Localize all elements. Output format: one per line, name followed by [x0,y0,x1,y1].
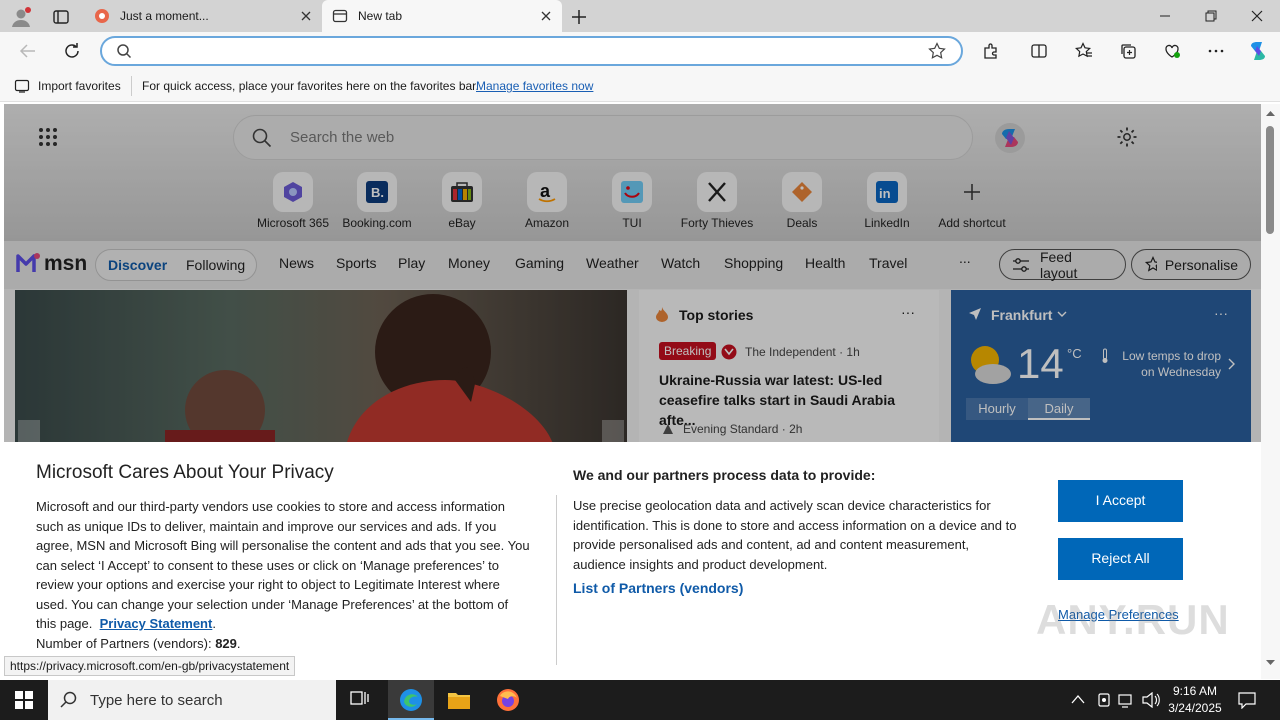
partners-count: 829 [215,635,237,651]
scroll-down-icon[interactable] [1266,660,1275,666]
manage-favorites-link[interactable]: Manage favorites now [476,79,593,93]
windows-taskbar: Type here to search 9:16 AM 3/24/2025 [0,680,1280,720]
privacy-line: such as unique IDs to deliver, maintain … [36,518,497,534]
favorites-bar: Import favorites For quick access, place… [0,70,1280,102]
minimize-button[interactable] [1142,0,1188,32]
partners-label: Number of Partners (vendors): [36,635,212,651]
page-scrollbar[interactable] [1261,104,1280,679]
data-purposes-title: We and our partners process data to prov… [573,467,876,483]
address-toolbar [0,32,1280,70]
taskbar-edge-button[interactable] [388,680,434,720]
volume-icon[interactable] [1142,692,1160,708]
split-screen-button[interactable] [1023,35,1055,67]
divider [131,76,132,96]
settings-menu-button[interactable] [1200,35,1232,67]
taskbar-search-placeholder: Type here to search [90,691,223,709]
privacy-statement-link[interactable]: Privacy Statement [100,616,213,631]
privacy-line-last: this page. Privacy Statement. [36,616,216,631]
profile-icon[interactable] [10,6,32,28]
newtab-favicon-icon [332,8,348,24]
modal-overlay [4,104,1261,444]
privacy-line: review your options and exercise your ri… [36,577,500,592]
tab-actions-icon[interactable] [50,6,72,28]
clock-time: 9:16 AM [1172,684,1218,698]
cloudflare-favicon-icon [94,8,110,24]
search-icon [60,691,77,708]
partners-count-line: Number of Partners (vendors): 829. [36,635,241,651]
close-tab-icon[interactable] [534,4,558,28]
title-bar: Just a moment... New tab [0,0,1280,32]
favorite-star-icon[interactable] [928,42,946,60]
address-input[interactable] [140,41,920,61]
privacy-line: Microsoft and our third-party vendors us… [36,499,505,514]
address-bar[interactable] [100,36,963,66]
tab-title: New tab [358,9,403,23]
notifications-icon[interactable] [1238,691,1256,709]
privacy-line: this page. [36,616,93,631]
new-tab-button[interactable] [568,6,590,28]
purposes-line: audience insights and product developmen… [573,556,828,572]
anyrun-watermark: ANY.RUN [1036,596,1230,643]
search-icon [116,43,132,59]
clock-date: 3/24/2025 [1168,701,1222,715]
edge-icon [400,689,422,711]
privacy-line: used. You can change your selection unde… [36,596,509,612]
data-purposes-body: Use precise geolocation data and activel… [573,496,1043,574]
accept-button[interactable]: I Accept [1058,480,1183,522]
close-tab-icon[interactable] [294,4,318,28]
scroll-up-icon[interactable] [1266,110,1275,116]
privacy-title: Microsoft Cares About Your Privacy [36,462,334,483]
taskbar-search-box[interactable]: Type here to search [48,680,336,720]
close-window-button[interactable] [1234,0,1280,32]
divider [556,495,557,665]
import-favorites-icon [14,78,30,94]
privacy-line: can select ‘I Accept’ to consent to thes… [36,557,499,573]
privacy-consent-dialog: Microsoft Cares About Your Privacy Micro… [4,442,1261,679]
file-explorer-icon[interactable] [447,689,471,711]
tab-just-a-moment[interactable]: Just a moment... [84,0,322,32]
purposes-line: provide personalised ads and content, ad… [573,537,970,552]
import-favorites-button[interactable]: Import favorites [38,79,121,93]
privacy-line: agree, MSN and Microsoft Bing will perso… [36,538,530,553]
device-icon[interactable] [1096,692,1112,708]
network-icon[interactable] [1118,692,1136,708]
windows-start-icon[interactable] [15,691,33,709]
extensions-button[interactable] [975,35,1007,67]
scroll-thumb[interactable] [1266,126,1274,234]
browser-essentials-button[interactable] [1156,35,1188,67]
taskbar-clock[interactable]: 9:16 AM 3/24/2025 [1165,683,1225,717]
chevron-up-icon[interactable] [1071,694,1085,704]
tab-title: Just a moment... [120,9,209,23]
status-url: https://privacy.microsoft.com/en-gb/priv… [4,656,296,676]
favorites-hint: For quick access, place your favorites h… [142,79,479,93]
purposes-line: identification. This is done to store an… [573,517,1017,533]
tab-new-tab[interactable]: New tab [322,0,562,32]
copilot-button[interactable] [1242,35,1274,67]
refresh-button[interactable] [56,35,88,67]
collections-button[interactable] [1112,35,1144,67]
privacy-body: Microsoft and our third-party vendors us… [36,497,556,653]
favorites-button[interactable] [1068,35,1100,67]
task-view-icon[interactable] [350,691,370,709]
firefox-icon[interactable] [496,688,520,712]
reject-all-button[interactable]: Reject All [1058,538,1183,580]
restore-button[interactable] [1188,0,1234,32]
back-button[interactable] [12,35,44,67]
list-of-partners-link[interactable]: List of Partners (vendors) [573,580,743,596]
purposes-line: Use precise geolocation data and activel… [573,498,991,513]
